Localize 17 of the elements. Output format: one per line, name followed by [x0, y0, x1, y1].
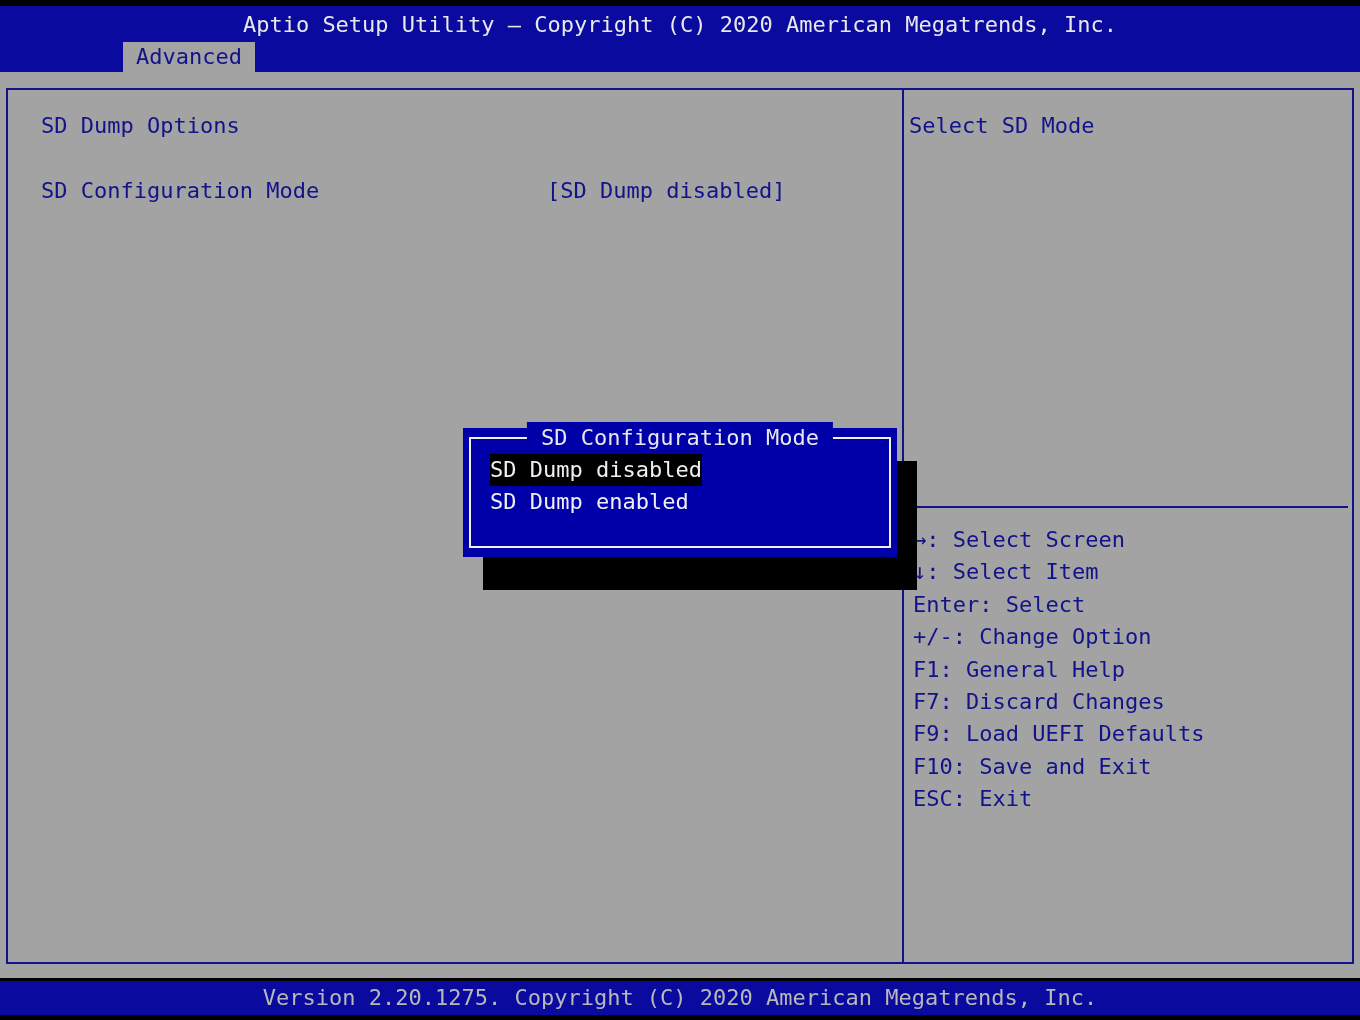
- key-help-text: ↓: Select Item: [913, 558, 1100, 587]
- section-heading: SD Dump Options: [41, 112, 241, 140]
- setting-value[interactable]: [SD Dump disabled]: [547, 175, 786, 207]
- key-help-text: +/-: Change Option: [913, 623, 1153, 652]
- help-text: Select SD Mode: [909, 113, 1095, 138]
- version-footer: Version 2.20.1275. Copyright (C) 2020 American Megatrends, Inc.: [0, 981, 1360, 1015]
- popup-option[interactable]: SD Dump enabled: [490, 486, 689, 518]
- key-help-text: F7: Discard Changes: [913, 688, 1166, 717]
- popup-option[interactable]: SD Dump disabled: [490, 454, 702, 486]
- key-help-text: F1: General Help: [913, 655, 1126, 684]
- key-help-text: ESC: Exit: [913, 785, 1034, 814]
- key-help-text: F10: Save and Exit: [913, 752, 1153, 781]
- setting-label[interactable]: SD Configuration Mode: [41, 175, 547, 207]
- menu-tab[interactable]: Advanced: [123, 42, 255, 72]
- key-help-text: F9: Load UEFI Defaults: [913, 720, 1206, 749]
- window-title: Aptio Setup Utility – Copyright (C) 2020 American Megatrends, Inc.: [241, 11, 1119, 39]
- key-help-text: Enter: Select: [913, 590, 1087, 619]
